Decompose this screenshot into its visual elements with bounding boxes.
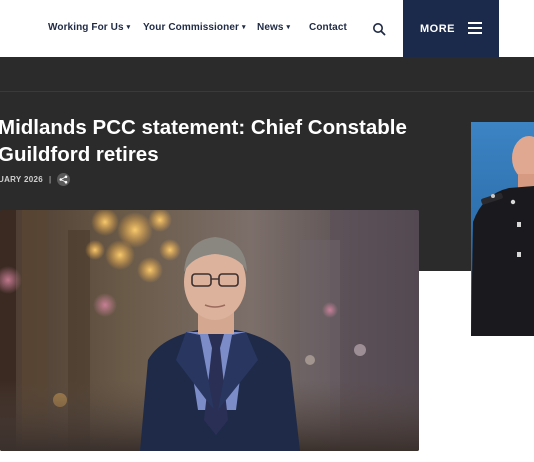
article-headline: Midlands PCC statement: Chief Constable … — [0, 114, 418, 168]
chevron-down-icon: ▾ — [286, 24, 291, 31]
article-main-photo — [0, 210, 419, 451]
more-label: MORE — [420, 23, 455, 35]
publish-date: UARY 2026 — [0, 175, 43, 184]
headline-line-2: Guildford retires — [0, 143, 159, 166]
more-menu-button[interactable]: MORE — [403, 0, 499, 57]
nav-item-label: News — [257, 22, 284, 33]
share-icon[interactable] — [57, 173, 71, 186]
article-meta: UARY 2026 | — [0, 173, 71, 186]
nav-item-label: Your Commissioner — [143, 22, 239, 33]
meta-separator: | — [48, 175, 52, 184]
nav-item-working-for-us[interactable]: Working For Us ▾ — [48, 22, 130, 33]
chevron-down-icon: ▾ — [241, 24, 246, 31]
hamburger-icon — [468, 22, 482, 34]
nav-item-label: Working For Us — [48, 22, 124, 33]
nav-item-your-commissioner[interactable]: Your Commissioner ▾ — [143, 22, 246, 33]
side-article-photo[interactable] — [471, 122, 534, 336]
search-icon[interactable] — [372, 22, 386, 36]
nav-item-news[interactable]: News ▾ — [257, 22, 290, 33]
headline-line-1: Midlands PCC statement: Chief Constable — [0, 116, 407, 139]
nav-item-contact[interactable]: Contact — [309, 22, 347, 33]
chevron-down-icon: ▾ — [126, 24, 131, 31]
top-navigation: Working For Us ▾ Your Commissioner ▾ News ▾… — [0, 0, 534, 57]
hero-divider — [0, 91, 534, 92]
nav-item-label: Contact — [309, 22, 347, 33]
